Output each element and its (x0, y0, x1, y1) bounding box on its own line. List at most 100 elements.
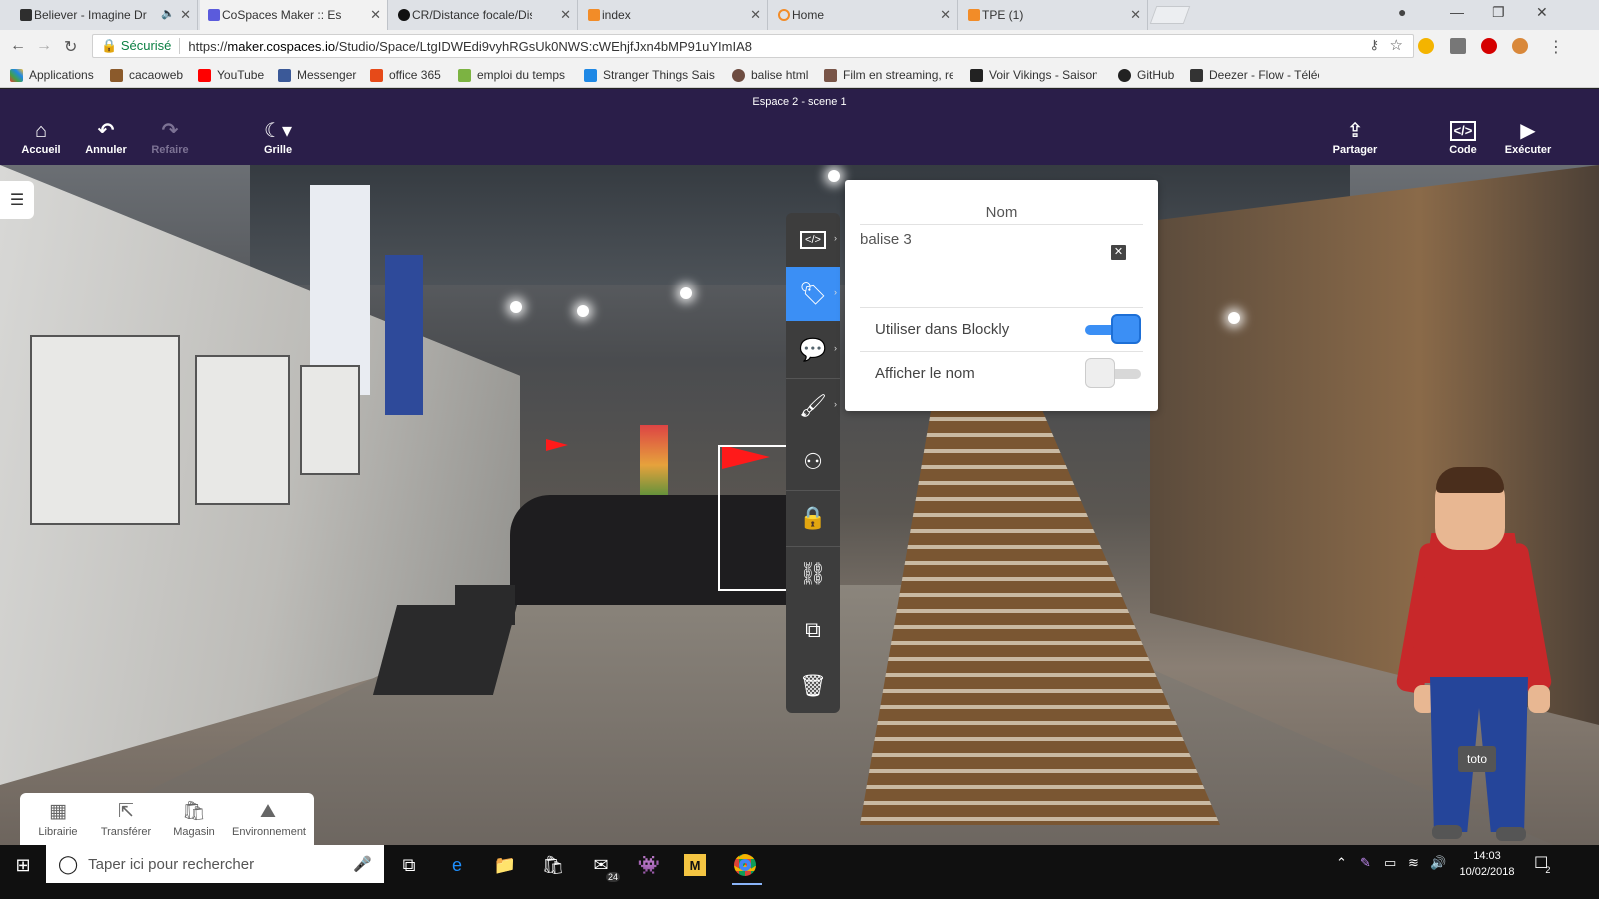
show-name-toggle[interactable] (1085, 358, 1141, 388)
bookmark-apps[interactable]: Applications (10, 68, 94, 82)
windows-start-icon[interactable]: ⊞ (10, 852, 36, 878)
camera-extension-icon[interactable] (1450, 38, 1466, 54)
app-m-icon[interactable]: M (684, 854, 706, 876)
new-tab-button[interactable] (1149, 6, 1191, 24)
minimize-button[interactable]: — (1450, 4, 1464, 20)
adblock-icon[interactable] (1481, 38, 1497, 54)
marker-flag[interactable] (546, 439, 568, 451)
star-icon[interactable]: ☆ (1390, 36, 1403, 54)
close-icon[interactable]: ✕ (940, 7, 951, 23)
bookmark-github[interactable]: GitHub (1118, 68, 1174, 82)
clock[interactable]: 14:03 10/02/2018 (1452, 848, 1522, 880)
close-icon[interactable]: ✕ (370, 7, 381, 23)
transfer-button[interactable]: ⇱ Transférer (90, 801, 162, 838)
bookmark-label: balise html (751, 68, 809, 82)
tab-index[interactable]: index ✕ (580, 0, 768, 30)
delete-button[interactable]: 🗑 (786, 659, 840, 713)
animation-button[interactable]: ⚇ (786, 435, 840, 489)
pen-icon[interactable]: ✎ (1360, 855, 1371, 871)
character-hand (1528, 685, 1550, 713)
battery-icon[interactable]: ▭ (1384, 855, 1396, 871)
url-text[interactable]: https://maker.cospaces.io/Studio/Space/L… (180, 39, 752, 54)
paint-button[interactable]: 🖌 › (786, 379, 840, 433)
tab-cospaces[interactable]: CoSpaces Maker :: Espac ✕ (200, 0, 388, 30)
close-icon[interactable]: ✕ (750, 7, 761, 23)
divider (860, 307, 1143, 308)
tray-expand-icon[interactable]: ⌃ (1336, 855, 1347, 871)
bookmark-youtube[interactable]: YouTube (198, 68, 264, 82)
clear-name-button[interactable]: ✕ (1111, 245, 1126, 260)
scene-viewport[interactable]: ☰ toto </> › 🏷 › 💬 › 🖌 › ⚇ 🔒 ⛓ ⧉ 🗑 Nom b… (0, 165, 1599, 862)
undo-button[interactable]: ↶ Annuler (74, 119, 138, 156)
blockly-label: Utiliser dans Blockly (875, 321, 1010, 338)
speaker-icon[interactable]: 🔈 (161, 7, 175, 20)
lock-button[interactable]: 🔒 (786, 491, 840, 545)
bookmark-deezer[interactable]: Deezer - Flow - Téléc (1190, 68, 1319, 82)
windows-taskbar: ⊞ ◯ Taper ici pour rechercher 🎤 ⧉ e 📁 🛍 … (0, 845, 1599, 899)
tab-distance-focale[interactable]: CR/Distance focale/Dista ✕ (390, 0, 578, 30)
scene-list-toggle[interactable]: ☰ (0, 181, 34, 219)
tab-title: Believer - Imagine Dr (34, 8, 147, 22)
code-properties-button[interactable]: </> › (786, 213, 840, 267)
bookmark-stranger-things[interactable]: Stranger Things Saiso (584, 68, 715, 82)
tab-home[interactable]: Home ✕ (770, 0, 958, 30)
notifications-icon[interactable]: ☐ 2 (1534, 853, 1550, 875)
library-button[interactable]: ▦ Librairie (22, 801, 94, 838)
chrome-icon[interactable] (732, 852, 758, 878)
site-icon (732, 68, 745, 82)
wifi-icon[interactable]: ≋ (1408, 855, 1419, 871)
edge-icon[interactable]: e (444, 852, 470, 878)
bookmark-emploi[interactable]: emploi du temps (458, 68, 565, 82)
close-window-button[interactable]: ✕ (1536, 4, 1548, 21)
bookmark-cacaoweb[interactable]: cacaoweb (110, 68, 183, 82)
selection-box[interactable] (718, 445, 788, 591)
reload-icon[interactable]: ↻ (64, 37, 77, 57)
store-icon[interactable]: 🛍 (540, 852, 566, 878)
bookmark-office365[interactable]: office 365 (370, 68, 441, 82)
profile-icon[interactable]: ● (1398, 4, 1406, 20)
cookie-extension-icon[interactable] (1512, 38, 1528, 54)
game-icon[interactable]: 👾 (636, 852, 662, 878)
back-icon[interactable]: ← (10, 37, 26, 55)
store-button[interactable]: 🛍 Magasin (158, 801, 230, 838)
attach-button[interactable]: ⛓ (786, 547, 840, 601)
grid-button[interactable]: ☾▾ Grille (246, 119, 310, 156)
mail-icon[interactable]: ✉ 24 (588, 852, 620, 882)
taskbar-search[interactable]: ◯ Taper ici pour rechercher 🎤 (46, 845, 384, 883)
code-button[interactable]: </> Code (1431, 119, 1495, 156)
menu-icon[interactable]: ⋮ (1548, 37, 1564, 57)
task-view-icon[interactable]: ⧉ (396, 852, 422, 878)
environment-button[interactable]: ⛰ Environnement (232, 801, 306, 838)
restore-button[interactable]: ❐ (1492, 4, 1505, 21)
close-icon[interactable]: ✕ (560, 7, 571, 23)
ceiling-light (510, 301, 522, 313)
bookmark-vikings[interactable]: Voir Vikings - Saison (970, 68, 1097, 82)
file-explorer-icon[interactable]: 📁 (492, 852, 518, 878)
close-icon[interactable]: ✕ (1130, 7, 1141, 23)
code-icon: </> (1450, 121, 1476, 141)
secure-indicator[interactable]: 🔒 Sécurisé (93, 38, 181, 54)
key-icon[interactable]: ⚷ (1369, 37, 1379, 53)
tab-favicon-icon (208, 9, 220, 21)
bookmark-balise-html[interactable]: balise html (732, 68, 808, 82)
redo-button[interactable]: ↷ Refaire (138, 119, 202, 156)
tab-believer[interactable]: Believer - Imagine Dr 🔈 ✕ (12, 0, 198, 30)
close-icon[interactable]: ✕ (180, 7, 191, 23)
blockly-toggle[interactable] (1085, 314, 1141, 344)
name-input[interactable]: balise 3 (860, 231, 912, 248)
omnibox[interactable]: 🔒 Sécurisé https://maker.cospaces.io/Stu… (92, 34, 1414, 58)
name-tag-button[interactable]: 🏷 › (786, 267, 840, 321)
run-button[interactable]: ▶ Exécuter (1496, 119, 1560, 156)
duplicate-button[interactable]: ⧉ (786, 603, 840, 657)
emoji-extension-icon[interactable] (1418, 38, 1434, 54)
microphone-icon[interactable]: 🎤 (353, 855, 372, 873)
forward-icon[interactable]: → (36, 37, 52, 55)
speech-bubble-button[interactable]: 💬 › (786, 323, 840, 377)
bookmark-messenger[interactable]: Messenger (278, 68, 356, 82)
volume-icon[interactable]: 🔊 (1430, 855, 1446, 871)
share-button[interactable]: ⇪ Partager (1323, 119, 1387, 156)
bookmark-film-streaming[interactable]: Film en streaming, re (824, 68, 953, 82)
ceiling-light (828, 170, 840, 182)
tab-tpe[interactable]: TPE (1) ✕ (960, 0, 1148, 30)
home-button[interactable]: ⌂ Accueil (9, 119, 73, 156)
